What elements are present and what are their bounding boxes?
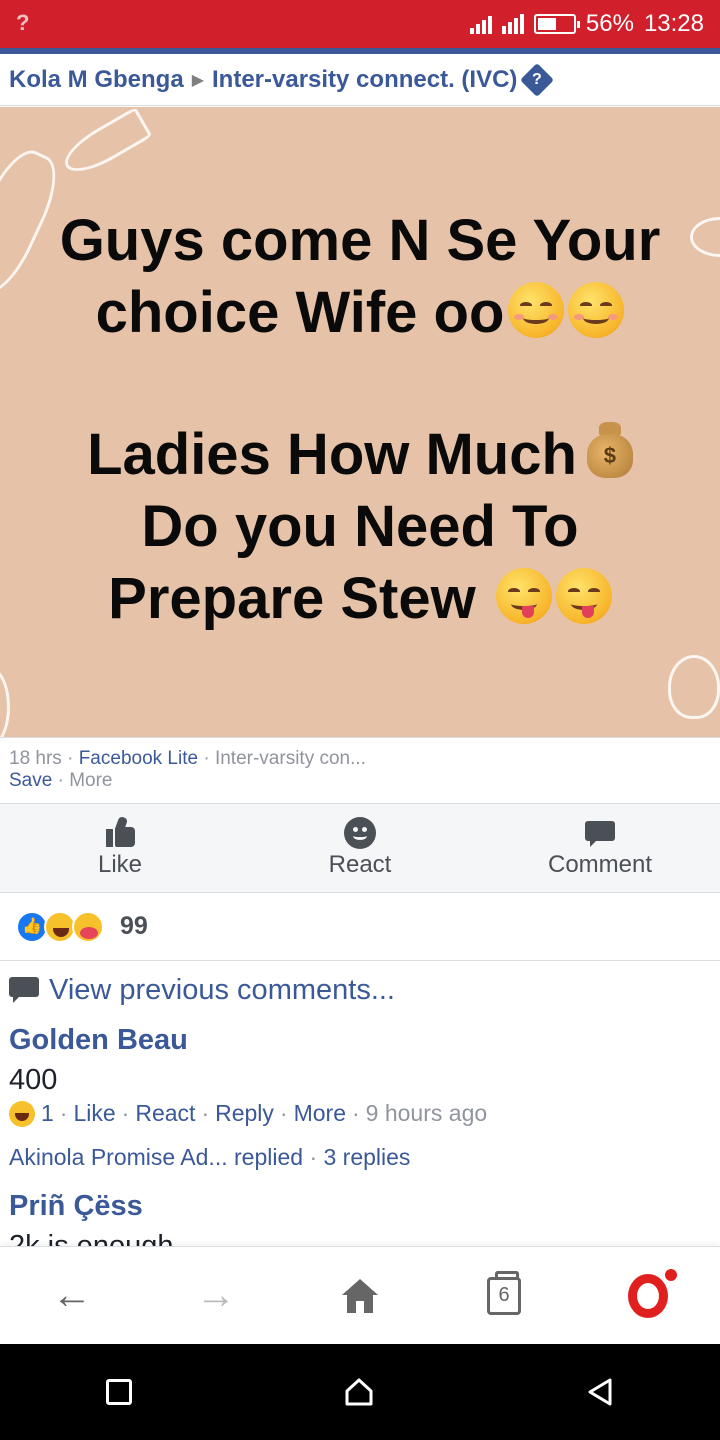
post-text-line-1: Guys come N Se Your <box>59 208 661 273</box>
notification-dot-icon <box>663 1266 679 1283</box>
opera-logo-icon <box>628 1266 679 1318</box>
yum-face-emoji-icon <box>555 568 612 624</box>
system-navigation-bar <box>0 1344 720 1440</box>
post-time[interactable]: 18 hrs <box>9 748 62 769</box>
comment-time: 9 hours ago <box>365 1100 488 1126</box>
back-triangle-icon[interactable] <box>586 1377 614 1407</box>
no-sim-signal-icon: ? <box>16 10 30 35</box>
opera-menu-button[interactable] <box>618 1266 679 1326</box>
comment-author[interactable]: Priñ Çëss <box>9 1190 143 1223</box>
comment-bubble-icon <box>9 977 39 1003</box>
via-link[interactable]: Facebook Lite <box>79 748 198 769</box>
post-text-line-5: Prepare Stew <box>0 563 720 635</box>
post-action-bar: Like React Comment <box>0 803 720 893</box>
haha-reaction-icon <box>9 1100 35 1127</box>
comment-label: Comment <box>547 851 653 878</box>
battery-icon <box>533 14 580 34</box>
like-label: Like <box>97 851 143 878</box>
more-link[interactable]: More <box>69 770 112 791</box>
yum-face-emoji-icon <box>495 568 552 624</box>
save-link[interactable]: Save <box>9 770 52 791</box>
react-button[interactable]: React <box>240 804 480 892</box>
view-previous-label: View previous comments... <box>49 973 395 1006</box>
post-meta: 18 hrs · Facebook Lite · Inter-varsity c… <box>0 737 720 803</box>
status-icons: 56% 13:28 <box>469 8 704 40</box>
post-image[interactable]: Guys come N Se Your choice Wife oo Ladie… <box>0 107 720 737</box>
replies-link[interactable]: Akinola Promise Ad... replied · 3 replie… <box>9 1144 410 1171</box>
carrot-doodle <box>57 107 153 182</box>
home-icon <box>342 1278 378 1313</box>
tabs-icon: 6 <box>487 1270 521 1315</box>
post-text-line-3: Ladies How Much $ <box>0 419 720 491</box>
comment-button[interactable]: Comment <box>480 804 720 892</box>
comment-react-link[interactable]: React <box>135 1100 195 1127</box>
strawberry-doodle <box>668 655 720 719</box>
like-button[interactable]: Like <box>0 804 240 892</box>
comment-reaction-count[interactable]: 1 <box>41 1100 54 1127</box>
comment-bubble-icon <box>584 817 616 849</box>
comment-like-link[interactable]: Like <box>73 1100 115 1127</box>
breadcrumb: Kola M Gbenga ▶ Inter-varsity connect. (… <box>0 54 720 106</box>
forward-arrow-icon[interactable]: → <box>186 1266 246 1326</box>
recents-icon[interactable] <box>106 1379 132 1405</box>
post-text-line-2: choice Wife oo <box>0 277 720 349</box>
curve-doodle <box>0 667 10 737</box>
thumbs-up-icon <box>104 815 136 849</box>
reaction-count: 99 <box>120 912 148 940</box>
tabs-button[interactable]: 6 <box>474 1266 534 1326</box>
reactions-summary[interactable]: 99 <box>0 893 720 961</box>
status-bar: ? 56% 13:28 <box>0 0 720 48</box>
comment-reply-link[interactable]: Reply <box>215 1100 274 1127</box>
home-outline-icon[interactable] <box>344 1377 374 1407</box>
smiling-face-emoji-icon <box>568 282 625 338</box>
view-previous-comments-link[interactable]: View previous comments... <box>9 968 395 1012</box>
signal-icon <box>469 14 492 34</box>
group-short-link[interactable]: Inter-varsity con... <box>215 748 366 769</box>
smiling-face-emoji-icon <box>508 282 565 338</box>
care-reaction-icon <box>72 910 104 943</box>
comment-text: 400 <box>9 1064 58 1096</box>
battery-percent: 56% <box>585 10 634 37</box>
comment-actions: 1 · Like · React · Reply · More · 9 hours ago <box>9 1100 487 1127</box>
comment-more-link[interactable]: More <box>294 1100 346 1127</box>
triangle-right-icon: ▶ <box>191 71 204 89</box>
data-signal-icon <box>501 14 524 34</box>
post-text-line-4: Do you Need To <box>141 494 579 559</box>
comment-author[interactable]: Golden Beau <box>9 1024 188 1057</box>
group-link[interactable]: Inter-varsity connect. (IVC) <box>212 66 517 94</box>
clock: 13:28 <box>643 10 704 37</box>
author-link[interactable]: Kola M Gbenga <box>9 66 184 94</box>
home-button[interactable] <box>330 1266 390 1326</box>
money-bag-emoji-icon: $ <box>586 422 633 478</box>
browser-toolbar: ← → 6 <box>0 1246 720 1344</box>
unknown-glyph-icon: ? <box>520 62 555 97</box>
smiley-icon <box>344 817 376 849</box>
react-label: React <box>328 851 392 878</box>
back-arrow-icon[interactable]: ← <box>42 1266 102 1326</box>
